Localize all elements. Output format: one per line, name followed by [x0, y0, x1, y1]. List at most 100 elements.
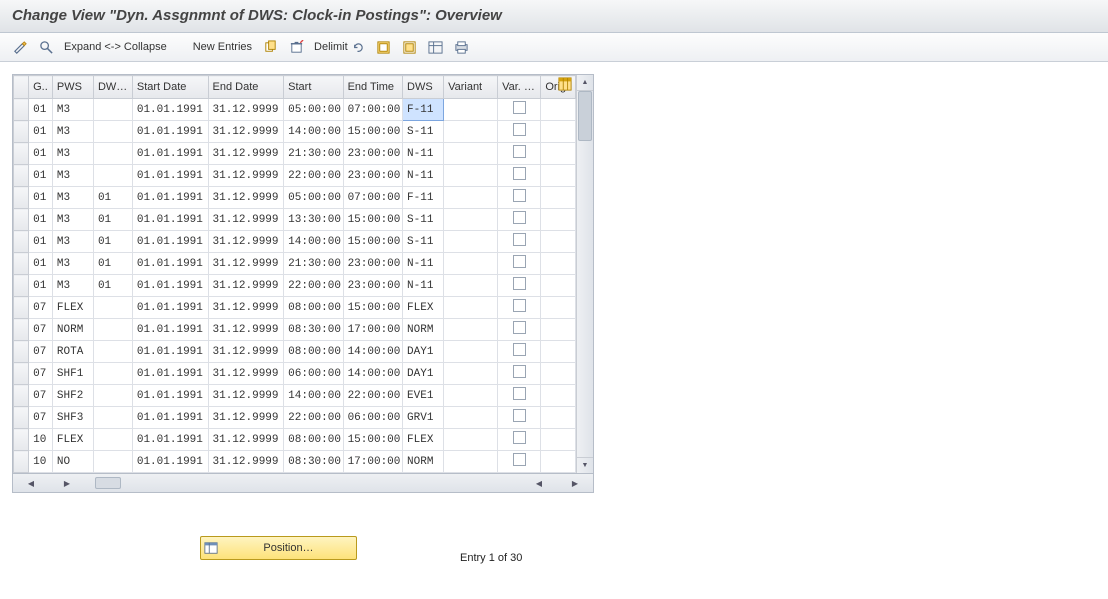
col-variant[interactable]: Variant	[444, 76, 498, 99]
checkbox[interactable]	[513, 189, 526, 202]
checkbox[interactable]	[513, 321, 526, 334]
cell-dws[interactable]: S-11	[403, 121, 444, 143]
deselect-all-icon[interactable]	[402, 39, 418, 55]
cell-vf[interactable]	[498, 231, 541, 253]
cell-et[interactable]: 14:00:00	[343, 341, 402, 363]
scroll-down-icon[interactable]: ▼	[577, 457, 593, 473]
cell-var[interactable]	[444, 99, 498, 121]
row-selector[interactable]	[14, 99, 29, 121]
toggle-display-icon[interactable]	[12, 39, 28, 55]
cell-vf[interactable]	[498, 429, 541, 451]
cell-g[interactable]: 01	[29, 231, 53, 253]
cell-pws[interactable]: M3	[52, 165, 93, 187]
cell-ed[interactable]: 31.12.9999	[208, 297, 284, 319]
cell-var[interactable]	[444, 385, 498, 407]
cell-st[interactable]: 08:30:00	[284, 319, 343, 341]
cell-g[interactable]: 10	[29, 451, 53, 473]
cell-sd[interactable]: 01.01.1991	[132, 319, 208, 341]
cell-dw[interactable]: 01	[93, 209, 132, 231]
cell-sd[interactable]: 01.01.1991	[132, 297, 208, 319]
checkbox[interactable]	[513, 255, 526, 268]
table-row[interactable]: 07SHF101.01.199131.12.999906:00:0014:00:…	[14, 363, 576, 385]
cell-o[interactable]	[541, 297, 576, 319]
new-entries-button[interactable]: New Entries	[193, 41, 252, 53]
cell-st[interactable]: 08:00:00	[284, 297, 343, 319]
cell-dws[interactable]: NORM	[403, 319, 444, 341]
scroll-handle-icon[interactable]	[95, 477, 121, 489]
cell-sd[interactable]: 01.01.1991	[132, 451, 208, 473]
cell-dws[interactable]: N-11	[403, 275, 444, 297]
cell-pws[interactable]: M3	[52, 209, 93, 231]
cell-sd[interactable]: 01.01.1991	[132, 99, 208, 121]
cell-ed[interactable]: 31.12.9999	[208, 429, 284, 451]
cell-dws[interactable]: F-11	[403, 187, 444, 209]
cell-o[interactable]	[541, 143, 576, 165]
cell-o[interactable]	[541, 363, 576, 385]
cell-o[interactable]	[541, 187, 576, 209]
table-row[interactable]: 07NORM01.01.199131.12.999908:30:0017:00:…	[14, 319, 576, 341]
cell-dws[interactable]: N-11	[403, 143, 444, 165]
cell-dw[interactable]	[93, 429, 132, 451]
cell-ed[interactable]: 31.12.9999	[208, 187, 284, 209]
row-selector[interactable]	[14, 209, 29, 231]
scroll-left-icon[interactable]: ◀	[23, 476, 39, 490]
cell-g[interactable]: 01	[29, 143, 53, 165]
cell-st[interactable]: 22:00:00	[284, 275, 343, 297]
cell-o[interactable]	[541, 275, 576, 297]
cell-sd[interactable]: 01.01.1991	[132, 253, 208, 275]
cell-ed[interactable]: 31.12.9999	[208, 451, 284, 473]
cell-st[interactable]: 13:30:00	[284, 209, 343, 231]
cell-vf[interactable]	[498, 253, 541, 275]
cell-g[interactable]: 07	[29, 407, 53, 429]
checkbox[interactable]	[513, 277, 526, 290]
cell-sd[interactable]: 01.01.1991	[132, 429, 208, 451]
checkbox[interactable]	[513, 387, 526, 400]
cell-pws[interactable]: M3	[52, 187, 93, 209]
cell-dws[interactable]: GRV1	[403, 407, 444, 429]
col-start-date[interactable]: Start Date	[132, 76, 208, 99]
checkbox[interactable]	[513, 409, 526, 422]
cell-pws[interactable]: SHF1	[52, 363, 93, 385]
cell-pws[interactable]: M3	[52, 99, 93, 121]
row-selector[interactable]	[14, 121, 29, 143]
find-icon[interactable]	[38, 39, 54, 55]
cell-dw[interactable]: 01	[93, 253, 132, 275]
cell-dw[interactable]	[93, 385, 132, 407]
cell-o[interactable]	[541, 253, 576, 275]
table-row[interactable]: 10NO01.01.199131.12.999908:30:0017:00:00…	[14, 451, 576, 473]
cell-sd[interactable]: 01.01.1991	[132, 143, 208, 165]
cell-ed[interactable]: 31.12.9999	[208, 385, 284, 407]
cell-var[interactable]	[444, 209, 498, 231]
cell-ed[interactable]: 31.12.9999	[208, 231, 284, 253]
cell-dw[interactable]	[93, 165, 132, 187]
cell-o[interactable]	[541, 319, 576, 341]
cell-dw[interactable]	[93, 341, 132, 363]
table-row[interactable]: 01M30101.01.199131.12.999921:30:0023:00:…	[14, 253, 576, 275]
cell-vf[interactable]	[498, 165, 541, 187]
cell-var[interactable]	[444, 319, 498, 341]
col-end-date[interactable]: End Date	[208, 76, 284, 99]
checkbox[interactable]	[513, 299, 526, 312]
col-g[interactable]: G..	[29, 76, 53, 99]
cell-dws[interactable]: S-11	[403, 209, 444, 231]
cell-pws[interactable]: M3	[52, 275, 93, 297]
cell-sd[interactable]: 01.01.1991	[132, 187, 208, 209]
col-dws[interactable]: DWS	[403, 76, 444, 99]
table-settings-icon[interactable]	[428, 39, 444, 55]
cell-st[interactable]: 21:30:00	[284, 143, 343, 165]
col-start[interactable]: Start	[284, 76, 343, 99]
table-row[interactable]: 01M301.01.199131.12.999922:00:0023:00:00…	[14, 165, 576, 187]
col-dw[interactable]: DW…	[93, 76, 132, 99]
cell-vf[interactable]	[498, 451, 541, 473]
cell-pws[interactable]: FLEX	[52, 297, 93, 319]
cell-dws[interactable]: NORM	[403, 451, 444, 473]
cell-o[interactable]	[541, 407, 576, 429]
cell-sd[interactable]: 01.01.1991	[132, 209, 208, 231]
cell-ed[interactable]: 31.12.9999	[208, 275, 284, 297]
cell-vf[interactable]	[498, 187, 541, 209]
checkbox[interactable]	[513, 453, 526, 466]
checkbox[interactable]	[513, 123, 526, 136]
cell-dw[interactable]	[93, 143, 132, 165]
table-row[interactable]: 01M301.01.199131.12.999905:00:0007:00:00…	[14, 99, 576, 121]
cell-o[interactable]	[541, 165, 576, 187]
